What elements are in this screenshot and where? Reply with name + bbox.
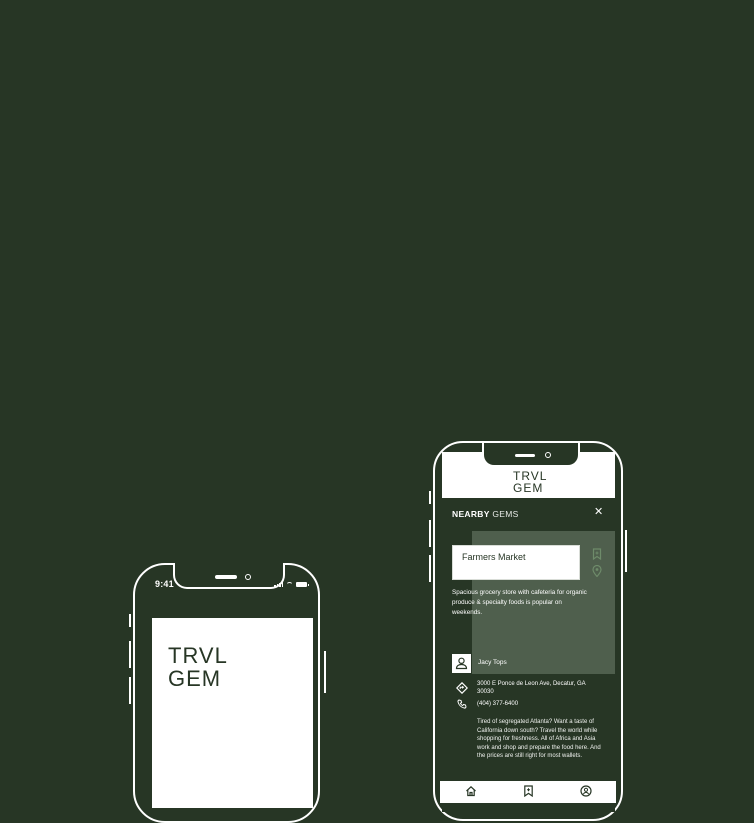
camera-dot [245, 574, 251, 580]
camera-dot [545, 452, 551, 458]
side-button [324, 651, 326, 693]
phone-icon [457, 699, 467, 709]
side-button [429, 520, 431, 547]
side-button [129, 641, 131, 668]
side-button [129, 614, 131, 627]
place-review: Tired of segregated Atlanta? Want a tast… [477, 719, 601, 759]
status-indicators [274, 582, 309, 587]
profile-icon[interactable] [580, 785, 592, 797]
speaker-grille [215, 575, 237, 579]
section-title-rest: GEMS [489, 509, 519, 519]
header-logo-line2: GEM [513, 481, 544, 495]
logo-gem-text: GEM [168, 666, 222, 691]
home-icon[interactable] [465, 785, 477, 797]
place-short-description: Spacious grocery store with cafeteria fo… [452, 589, 587, 616]
side-button [625, 530, 627, 572]
signal-icon [274, 582, 283, 587]
user-icon [455, 657, 468, 670]
app-logo-line2: GEM [168, 668, 221, 690]
directions-icon [456, 682, 468, 694]
status-time: 9:41 [155, 579, 174, 589]
contributor-name[interactable]: Jacy Tops [478, 659, 507, 666]
side-button [429, 491, 431, 504]
battery-icon [296, 582, 309, 587]
side-button [129, 677, 131, 704]
place-address[interactable]: 3000 E Ponce de Leon Ave, Decatur, GA 30… [477, 681, 602, 696]
place-phone[interactable]: (404) 377-6400 [477, 701, 518, 707]
bookmark-icon[interactable] [523, 785, 534, 797]
wifi-icon [286, 582, 293, 587]
side-button [429, 555, 431, 582]
speaker-grille [515, 454, 535, 457]
avatar[interactable] [452, 654, 471, 673]
section-title: NEARBY GEMS [452, 509, 519, 519]
place-name: Farmers Market [462, 552, 526, 562]
section-title-bold: NEARBY [452, 509, 490, 519]
app-logo-line1: TRVL [168, 643, 228, 668]
close-icon[interactable]: ✕ [594, 507, 603, 518]
bookmark-icon[interactable] [592, 548, 602, 560]
location-pin-icon[interactable] [592, 565, 602, 577]
